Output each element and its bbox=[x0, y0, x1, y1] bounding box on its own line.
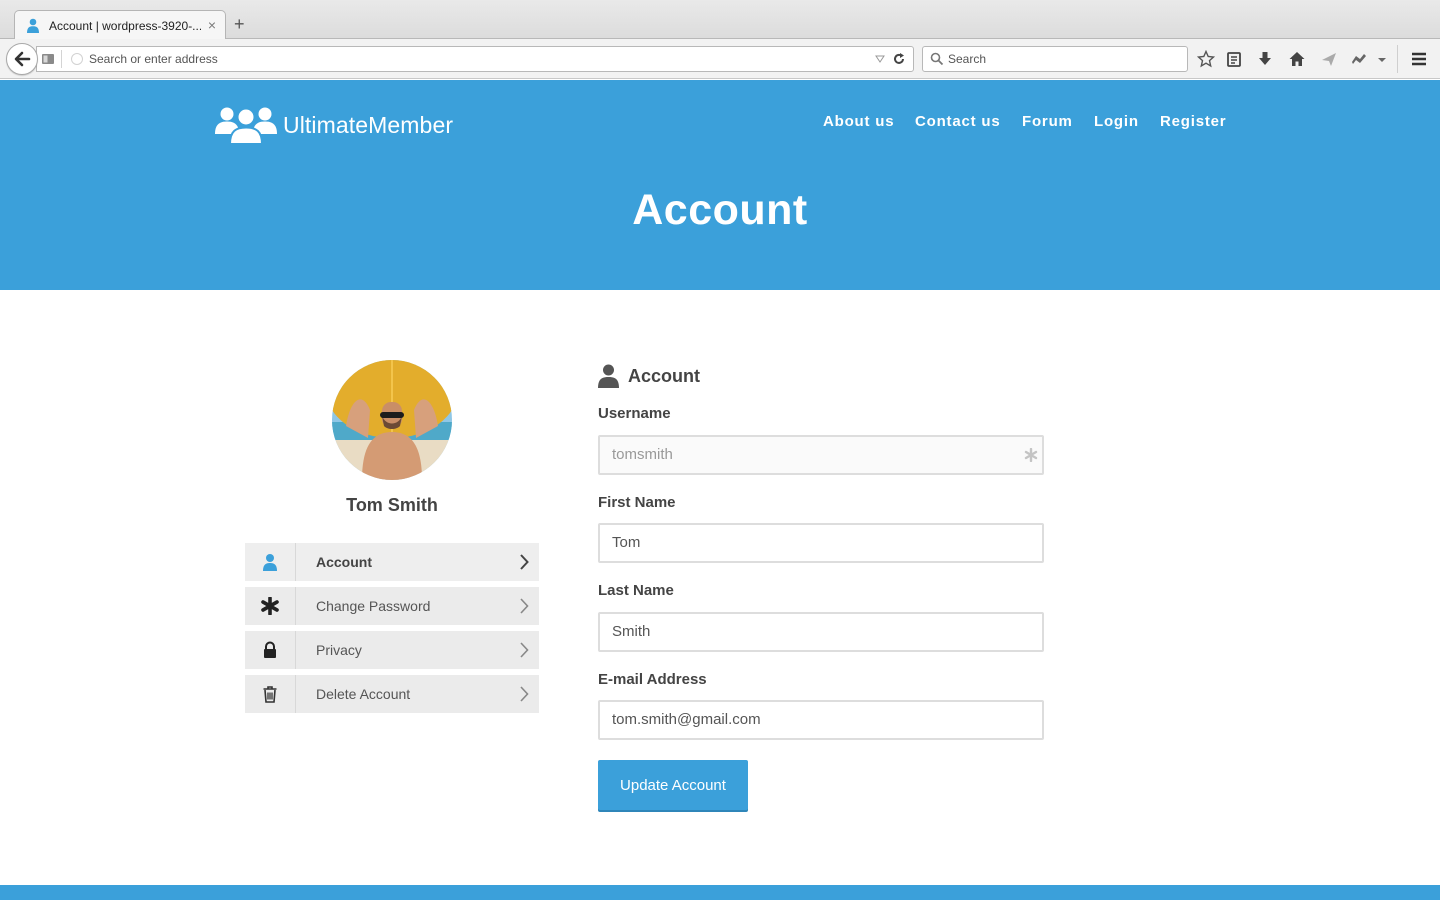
nav-contact-us[interactable]: Contact us bbox=[915, 113, 1001, 130]
new-tab-button[interactable]: + bbox=[234, 14, 245, 34]
browser-nav-bar: Search or enter address Search bbox=[0, 39, 1440, 79]
main-navigation: About us Contact us Forum Login Register bbox=[0, 113, 1440, 133]
browser-search-box[interactable]: Search bbox=[922, 46, 1188, 72]
last-name-input[interactable] bbox=[612, 623, 1012, 640]
menu-label-privacy: Privacy bbox=[316, 642, 362, 658]
address-separator bbox=[61, 50, 62, 68]
asterisk-icon bbox=[261, 597, 279, 615]
chevron-right-icon bbox=[520, 598, 529, 614]
email-input[interactable] bbox=[612, 711, 1012, 728]
site-identity-icon[interactable] bbox=[41, 52, 55, 66]
nav-login[interactable]: Login bbox=[1094, 113, 1139, 130]
search-icon bbox=[930, 52, 944, 66]
username-field bbox=[598, 435, 1044, 475]
email-label: E-mail Address bbox=[598, 671, 707, 688]
user-icon bbox=[598, 364, 619, 388]
account-section-title: Account bbox=[628, 366, 700, 386]
send-icon[interactable] bbox=[1320, 50, 1338, 68]
reload-icon[interactable] bbox=[892, 52, 906, 66]
toolbar-separator bbox=[1397, 45, 1398, 73]
menu-item-privacy[interactable]: Privacy bbox=[245, 631, 539, 669]
user-favicon-icon bbox=[27, 18, 39, 33]
bookmark-star-icon[interactable] bbox=[1197, 50, 1215, 68]
profile-display-name: Tom Smith bbox=[346, 495, 438, 515]
addon-icon[interactable] bbox=[1350, 50, 1368, 68]
arrow-left-icon bbox=[14, 51, 31, 67]
history-dropdown-icon[interactable] bbox=[875, 54, 885, 64]
menu-icon-cell bbox=[245, 631, 296, 669]
menu-icon-cell bbox=[245, 675, 296, 713]
chevron-right-icon bbox=[520, 554, 529, 570]
globe-icon bbox=[71, 53, 83, 65]
chevron-right-icon bbox=[520, 642, 529, 658]
address-input[interactable]: Search or enter address bbox=[89, 52, 218, 66]
browser-tab-bar: Account | wordpress-3920-... × + bbox=[0, 0, 1440, 40]
menu-item-account[interactable]: Account bbox=[245, 543, 539, 581]
downloads-icon[interactable] bbox=[1256, 50, 1274, 68]
search-input[interactable]: Search bbox=[948, 52, 986, 66]
last-name-label: Last Name bbox=[598, 582, 674, 599]
profile-avatar[interactable] bbox=[332, 360, 452, 480]
trash-icon bbox=[263, 686, 277, 703]
chevron-right-icon bbox=[520, 686, 529, 702]
menu-item-delete-account[interactable]: Delete Account bbox=[245, 675, 539, 713]
first-name-field[interactable] bbox=[598, 523, 1044, 563]
last-name-field[interactable] bbox=[598, 612, 1044, 652]
update-account-button[interactable]: Update Account bbox=[598, 760, 748, 810]
surfer-photo bbox=[332, 360, 452, 480]
first-name-input[interactable] bbox=[612, 534, 1012, 551]
menu-label-change-password: Change Password bbox=[316, 598, 431, 614]
home-icon[interactable] bbox=[1288, 50, 1306, 68]
page-title: Account bbox=[632, 186, 808, 234]
menu-icon-cell bbox=[245, 587, 296, 625]
nav-forum[interactable]: Forum bbox=[1022, 113, 1073, 130]
menu-icon-cell bbox=[245, 543, 296, 581]
menu-label-account: Account bbox=[316, 554, 372, 570]
locked-asterisk-icon bbox=[1024, 448, 1038, 462]
username-label: Username bbox=[598, 405, 671, 422]
addon-dropdown-icon[interactable] bbox=[1376, 50, 1388, 68]
user-icon bbox=[263, 554, 277, 571]
nav-about-us[interactable]: About us bbox=[823, 113, 894, 130]
tab-close-icon[interactable]: × bbox=[208, 17, 216, 33]
username-input bbox=[612, 446, 1012, 463]
tab-title: Account | wordpress-3920-... bbox=[49, 19, 201, 33]
bookmarks-menu-icon[interactable] bbox=[1225, 50, 1243, 68]
browser-tab[interactable]: Account | wordpress-3920-... × bbox=[14, 10, 226, 40]
address-bar[interactable]: Search or enter address bbox=[36, 46, 914, 72]
hamburger-menu-icon[interactable] bbox=[1410, 50, 1428, 68]
email-field[interactable] bbox=[598, 700, 1044, 740]
menu-label-delete-account: Delete Account bbox=[316, 686, 411, 702]
site-footer bbox=[0, 885, 1440, 900]
nav-register[interactable]: Register bbox=[1160, 113, 1226, 130]
lock-icon bbox=[264, 641, 276, 658]
first-name-label: First Name bbox=[598, 494, 676, 511]
menu-item-change-password[interactable]: Change Password bbox=[245, 587, 539, 625]
back-button[interactable] bbox=[6, 43, 38, 75]
